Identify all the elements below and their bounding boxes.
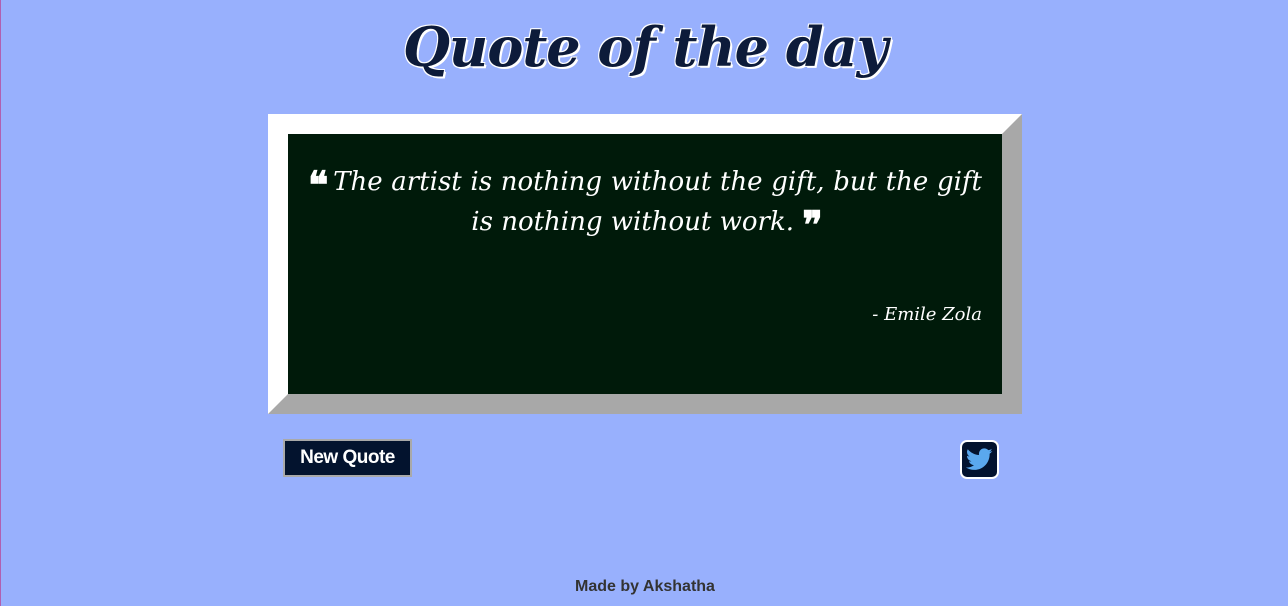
page-title: Quote of the day	[403, 15, 888, 79]
twitter-icon	[966, 448, 993, 470]
quote-text-block: ❝ The artist is nothing without the gift…	[308, 162, 982, 244]
close-quote-icon: ❞	[802, 202, 823, 247]
quote-board: ❝ The artist is nothing without the gift…	[288, 134, 1002, 394]
new-quote-button[interactable]: New Quote	[283, 439, 412, 477]
quote-text: The artist is nothing without the gift, …	[333, 167, 982, 237]
open-quote-icon: ❝	[308, 162, 329, 207]
footer-credit: Made by Akshatha	[575, 578, 715, 595]
quote-frame: ❝ The artist is nothing without the gift…	[268, 114, 1022, 414]
quote-author: - Emile Zola	[872, 304, 982, 325]
tweet-button[interactable]	[960, 440, 999, 479]
